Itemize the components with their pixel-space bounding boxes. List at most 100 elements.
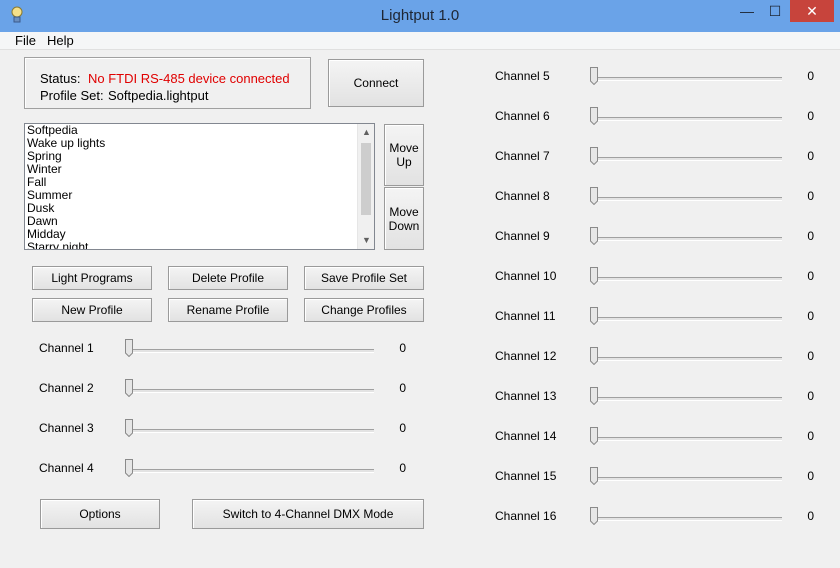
list-item[interactable]: Spring xyxy=(25,150,374,163)
channel-value: 0 xyxy=(807,69,814,83)
channel-label: Channel 8 xyxy=(495,189,550,203)
scroll-thumb[interactable] xyxy=(361,143,371,215)
channel-label: Channel 10 xyxy=(495,269,557,283)
channel-slider-thumb[interactable] xyxy=(125,459,133,477)
channel-slider-thumb[interactable] xyxy=(590,507,598,525)
list-scrollbar[interactable]: ▲ ▼ xyxy=(357,124,374,249)
channel-value: 0 xyxy=(807,229,814,243)
move-up-button[interactable]: Move Up xyxy=(384,124,424,186)
channel-slider-track[interactable] xyxy=(592,77,782,81)
minimize-button[interactable]: — xyxy=(734,0,760,22)
channel-slider-track[interactable] xyxy=(592,477,782,481)
channel-slider-thumb[interactable] xyxy=(590,107,598,125)
title-bar[interactable]: Lightput 1.0 — ☐ ✕ xyxy=(0,0,840,32)
channel-slider-thumb[interactable] xyxy=(590,187,598,205)
channel-label: Channel 15 xyxy=(495,469,557,483)
scroll-down-icon[interactable]: ▼ xyxy=(358,232,374,249)
channel-value: 0 xyxy=(399,381,406,395)
channel-slider-track[interactable] xyxy=(592,517,782,521)
channel-slider-track[interactable] xyxy=(127,469,374,473)
channel-value: 0 xyxy=(807,189,814,203)
delete-profile-button[interactable]: Delete Profile xyxy=(168,266,288,290)
channel-slider-thumb[interactable] xyxy=(590,67,598,85)
channel-value: 0 xyxy=(807,349,814,363)
channel-value: 0 xyxy=(807,389,814,403)
channel-slider-track[interactable] xyxy=(127,429,374,433)
list-item[interactable]: Wake up lights xyxy=(25,137,374,150)
channel-label: Channel 3 xyxy=(39,421,94,435)
menu-file[interactable]: File xyxy=(15,33,36,48)
scroll-up-icon[interactable]: ▲ xyxy=(358,124,374,141)
move-down-button[interactable]: Move Down xyxy=(384,187,424,250)
channel-value: 0 xyxy=(399,341,406,355)
move-up-label-2: Up xyxy=(396,155,412,169)
channel-label: Channel 9 xyxy=(495,229,550,243)
channel-slider-track[interactable] xyxy=(592,437,782,441)
channel-value: 0 xyxy=(807,509,814,523)
connect-button[interactable]: Connect xyxy=(328,59,424,107)
list-item[interactable]: Fall xyxy=(25,176,374,189)
save-profile-set-button[interactable]: Save Profile Set xyxy=(304,266,424,290)
profile-set-value: Softpedia.lightput xyxy=(108,88,209,103)
channel-slider-thumb[interactable] xyxy=(590,267,598,285)
channel-value: 0 xyxy=(807,429,814,443)
window-title: Lightput 1.0 xyxy=(380,7,460,24)
new-profile-button[interactable]: New Profile xyxy=(32,298,152,322)
channel-value: 0 xyxy=(807,469,814,483)
channel-label: Channel 11 xyxy=(495,309,556,323)
channel-label: Channel 13 xyxy=(495,389,557,403)
list-item[interactable]: Summer xyxy=(25,189,374,202)
menu-bar: File Help xyxy=(0,32,840,50)
profile-list[interactable]: Softpedia Wake up lights Spring Winter Fall S… xyxy=(24,123,375,250)
channel-slider-track[interactable] xyxy=(127,389,374,393)
list-item[interactable]: Dawn xyxy=(25,215,374,228)
channel-slider-track[interactable] xyxy=(592,117,782,121)
move-up-label-1: Move xyxy=(389,141,419,155)
channel-label: Channel 5 xyxy=(495,69,550,83)
list-item[interactable]: Starry night xyxy=(25,241,374,250)
channel-slider-thumb[interactable] xyxy=(590,227,598,245)
move-down-label-2: Down xyxy=(388,218,420,233)
options-button[interactable]: Options xyxy=(40,499,160,529)
channel-slider-thumb[interactable] xyxy=(125,379,133,397)
channel-value: 0 xyxy=(399,421,406,435)
channel-slider-thumb[interactable] xyxy=(125,339,133,357)
channel-slider-thumb[interactable] xyxy=(125,419,133,437)
menu-help[interactable]: Help xyxy=(47,33,74,48)
channel-slider-track[interactable] xyxy=(592,237,782,241)
channel-slider-thumb[interactable] xyxy=(590,427,598,445)
channel-slider-thumb[interactable] xyxy=(590,347,598,365)
switch-mode-button[interactable]: Switch to 4-Channel DMX Mode xyxy=(192,499,424,529)
channel-label: Channel 4 xyxy=(39,461,94,475)
maximize-button[interactable]: ☐ xyxy=(762,0,788,22)
rename-profile-button[interactable]: Rename Profile xyxy=(168,298,288,322)
channel-label: Channel 14 xyxy=(495,429,557,443)
channel-slider-thumb[interactable] xyxy=(590,307,598,325)
channel-label: Channel 12 xyxy=(495,349,557,363)
channel-label: Channel 7 xyxy=(495,149,550,163)
channel-slider-track[interactable] xyxy=(592,197,782,201)
channel-value: 0 xyxy=(807,269,814,283)
channel-slider-track[interactable] xyxy=(592,357,782,361)
change-profiles-button[interactable]: Change Profiles xyxy=(304,298,424,322)
channel-label: Channel 16 xyxy=(495,509,557,523)
close-button[interactable]: ✕ xyxy=(790,0,834,22)
channel-slider-track[interactable] xyxy=(592,317,782,321)
channel-slider-track[interactable] xyxy=(127,349,374,353)
light-programs-button[interactable]: Light Programs xyxy=(32,266,152,290)
channel-value: 0 xyxy=(807,109,814,123)
channel-slider-thumb[interactable] xyxy=(590,387,598,405)
channel-slider-track[interactable] xyxy=(592,157,782,161)
status-label: Status: xyxy=(40,71,81,86)
channel-slider-thumb[interactable] xyxy=(590,147,598,165)
move-down-label-1: Move xyxy=(389,204,419,219)
channel-slider-thumb[interactable] xyxy=(590,467,598,485)
status-value: No FTDI RS-485 device connected xyxy=(88,71,290,86)
channel-value: 0 xyxy=(807,149,814,163)
list-item[interactable]: Winter xyxy=(25,163,374,176)
channel-slider-track[interactable] xyxy=(592,277,782,281)
channel-value: 0 xyxy=(399,461,406,475)
channel-slider-track[interactable] xyxy=(592,397,782,401)
list-item[interactable]: Dusk xyxy=(25,202,374,215)
status-panel: Status: No FTDI RS-485 device connected … xyxy=(24,57,311,109)
